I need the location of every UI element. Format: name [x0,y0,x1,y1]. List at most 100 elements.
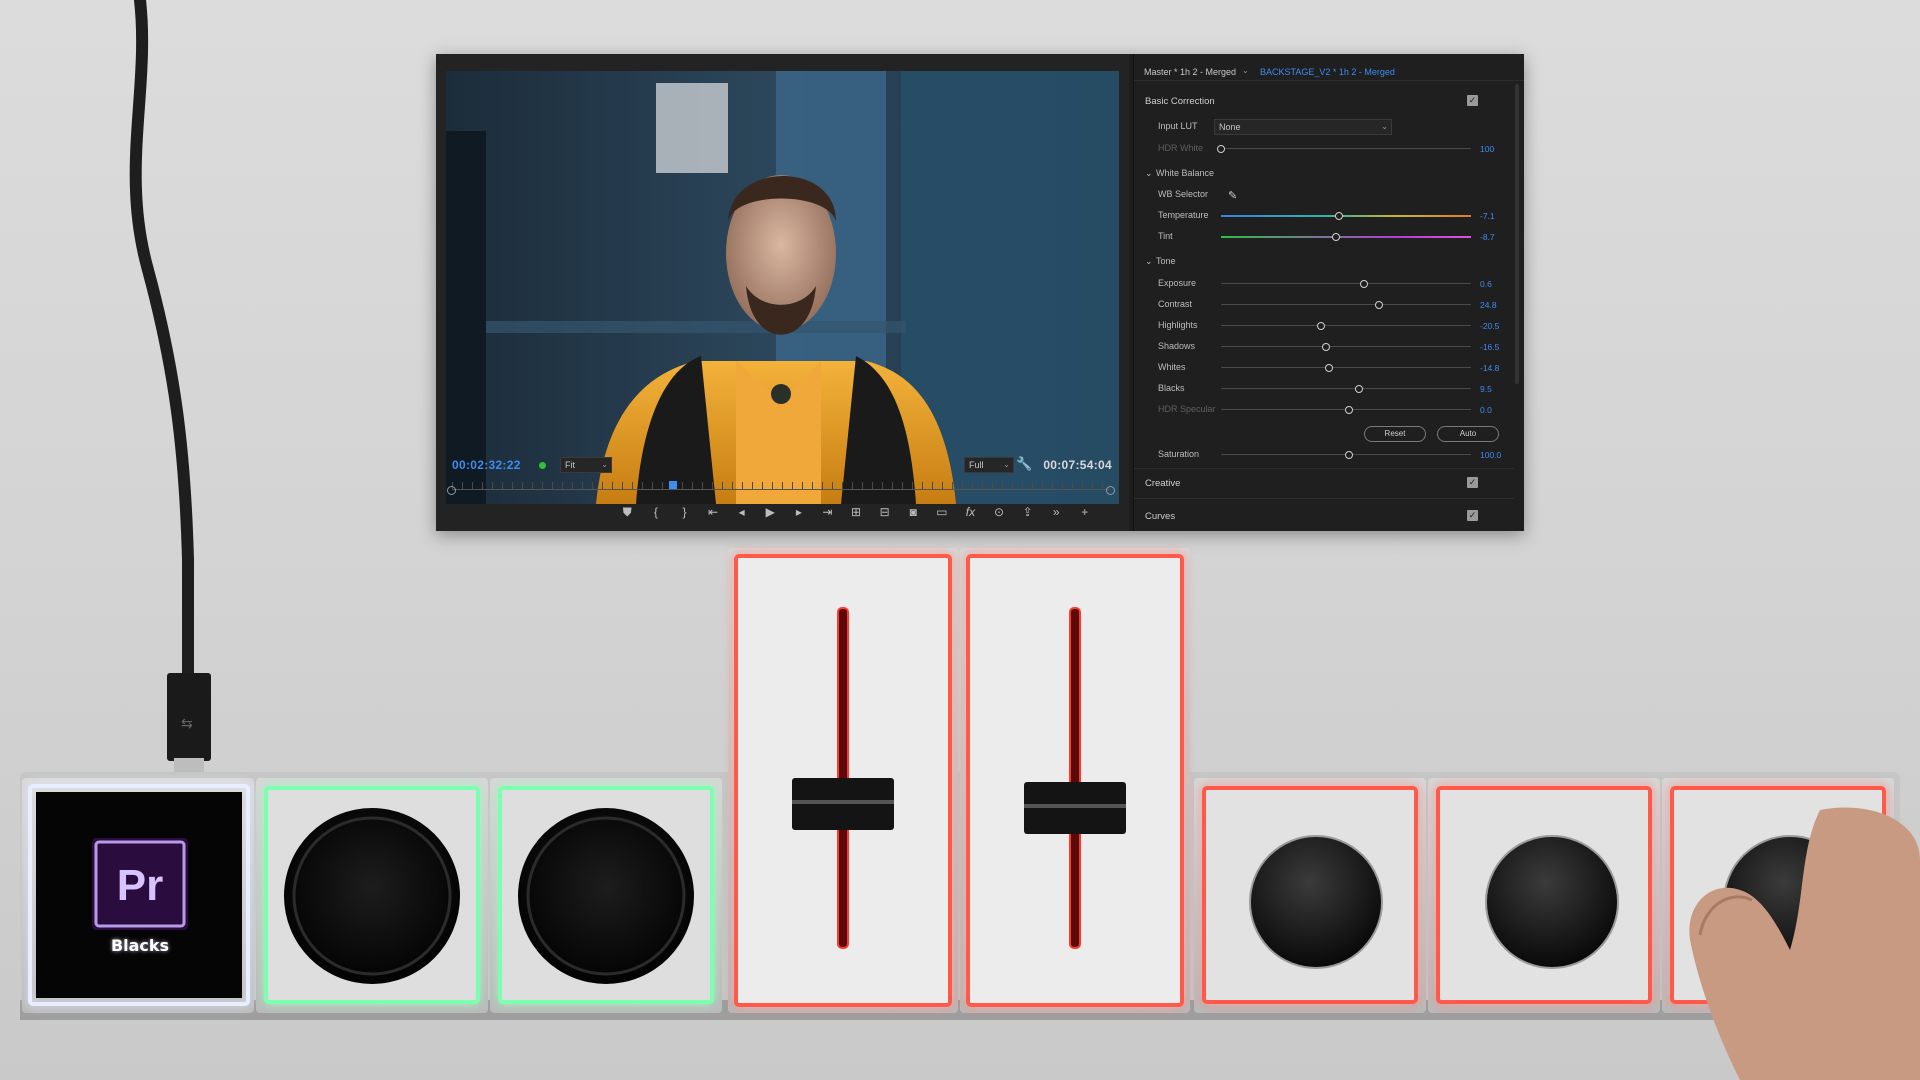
playhead-timecode[interactable]: 00:02:32:22 [452,458,521,472]
resolution-dropdown[interactable]: Full ⌄ [964,457,1014,473]
whites-slider[interactable] [1221,364,1471,372]
ruler-track [452,489,1110,490]
zoom-dropdown[interactable]: Fit ⌄ [560,457,612,473]
knob-module-2[interactable] [1428,778,1660,1013]
slider-knob[interactable] [1322,343,1330,351]
add-button-icon[interactable]: + [1074,503,1097,521]
panel-scrollbar[interactable] [1515,84,1519,384]
shadows-slider[interactable] [1221,343,1471,351]
insert-icon[interactable]: ⊞ [845,503,868,521]
saturation-label: Saturation [1158,449,1200,459]
display-module[interactable]: Pr [22,778,254,1013]
clip-tab[interactable]: BACKSTAGE_V2 * 1h 2 - Merged [1260,67,1395,77]
curves-checkbox[interactable]: ✓ [1467,510,1478,521]
blacks-label: Blacks [1158,383,1185,393]
exposure-value[interactable]: 0.6 [1480,279,1492,289]
slider-knob[interactable] [1344,451,1353,459]
chevron-down-icon[interactable]: ⌄ [1242,66,1249,75]
program-monitor: 00:02:32:22 Fit ⌄ Full ⌄ 🔧 00:07:54:04 ⛊ {… [436,54,1129,531]
knob-module-1[interactable] [1194,778,1426,1013]
hdr-white-slider[interactable] [1217,145,1471,153]
duration-timecode: 00:07:54:04 [1043,458,1112,472]
wrench-icon[interactable]: 🔧 [1016,456,1032,472]
temperature-slider[interactable] [1221,212,1471,220]
slider-knob[interactable] [1217,145,1225,153]
blacks-slider[interactable] [1221,385,1471,393]
lift-icon[interactable]: ⇪ [1016,503,1039,521]
creative-header[interactable]: Creative ✓ [1134,476,1504,492]
basic-correction-checkbox[interactable]: ✓ [1467,95,1478,106]
temperature-label: Temperature [1158,210,1209,220]
slider-knob[interactable] [1344,406,1353,414]
export-frame-icon[interactable]: ◙ [902,503,925,521]
exposure-row: Exposure 0.6 [1134,276,1504,292]
fader-module-2[interactable] [960,548,1190,1013]
ruler-ticks [452,482,1110,489]
mark-in-icon[interactable]: { [645,503,668,521]
play-icon[interactable]: ▶ [759,503,782,521]
slider-knob[interactable] [1332,233,1340,241]
slider-knob[interactable] [1354,385,1363,393]
input-lut-row: Input LUT None ⌄ [1134,119,1504,135]
more-icon[interactable]: » [1045,503,1068,521]
chevron-down-icon[interactable]: ⌄ [1145,256,1153,267]
step-forward-icon[interactable]: ▸ [788,503,811,521]
in-point-handle[interactable] [447,486,456,495]
creative-checkbox[interactable]: ✓ [1467,477,1478,488]
program-video-frame[interactable] [446,71,1119,504]
basic-correction-header[interactable]: Basic Correction ✓ [1134,94,1504,110]
overwrite-icon[interactable]: ⊟ [873,503,896,521]
monitor-controls-bar: 00:02:32:22 Fit ⌄ Full ⌄ 🔧 00:07:54:04 [452,454,1112,476]
chevron-down-icon[interactable]: ⌄ [1145,168,1153,179]
contrast-value[interactable]: 24.8 [1480,300,1497,310]
hdr-white-value[interactable]: 100 [1480,144,1494,154]
safe-margins-icon[interactable]: ▭ [931,503,954,521]
eyedropper-icon[interactable]: ✎ [1228,189,1237,202]
go-to-in-icon[interactable]: ⇤ [702,503,725,521]
chevron-down-icon: ⌄ [601,460,608,469]
fader-module-1[interactable] [728,548,958,1013]
saturation-slider[interactable] [1221,451,1471,459]
hdr-specular-row: HDR Specular 0.0 [1134,402,1504,418]
whites-value[interactable]: -14.8 [1480,363,1499,373]
white-balance-header[interactable]: ⌄ White Balance [1134,166,1504,182]
auto-button[interactable]: Auto [1437,426,1499,442]
curves-header[interactable]: Curves ✓ [1134,509,1504,525]
highlights-value[interactable]: -20.5 [1480,321,1499,331]
contrast-slider[interactable] [1221,301,1471,309]
hdr-specular-slider[interactable] [1221,406,1471,414]
tint-value[interactable]: -8.7 [1480,232,1495,242]
out-point-handle[interactable] [1106,486,1115,495]
tone-header[interactable]: ⌄ Tone [1134,254,1504,270]
wheel-module-1[interactable] [256,778,488,1013]
mark-out-icon[interactable]: } [673,503,696,521]
temperature-row: Temperature -7.1 [1134,208,1504,224]
reset-button[interactable]: Reset [1364,426,1426,442]
step-back-icon[interactable]: ◂ [730,503,753,521]
section-divider [1134,468,1514,469]
slider-knob[interactable] [1317,322,1325,330]
tint-slider[interactable] [1221,233,1471,241]
vr-icon[interactable]: ⊙ [988,503,1011,521]
highlights-slider[interactable] [1221,322,1471,330]
blacks-value[interactable]: 9.5 [1480,384,1492,394]
playhead[interactable] [669,481,677,489]
sequence-tab[interactable]: Master * 1h 2 - Merged [1144,67,1236,77]
go-to-out-icon[interactable]: ⇥ [816,503,839,521]
slider-knob[interactable] [1324,364,1333,372]
add-marker-icon[interactable]: ⛊ [616,503,639,521]
wheel-module-2[interactable] [490,778,722,1013]
slider-knob[interactable] [1374,301,1383,309]
saturation-row: Saturation 100.0 [1134,447,1504,463]
slider-knob[interactable] [1334,212,1343,220]
exposure-slider[interactable] [1221,280,1471,288]
fx-icon[interactable]: fx [959,503,982,521]
saturation-value[interactable]: 100.0 [1480,450,1501,460]
temperature-value[interactable]: -7.1 [1480,211,1495,221]
hdr-specular-value[interactable]: 0.0 [1480,405,1492,415]
shadows-value[interactable]: -16.5 [1480,342,1499,352]
slider-knob[interactable] [1359,280,1368,288]
input-lut-dropdown[interactable]: None ⌄ [1214,119,1392,135]
exposure-label: Exposure [1158,278,1197,288]
monitor-timeline-ruler[interactable] [446,480,1116,495]
